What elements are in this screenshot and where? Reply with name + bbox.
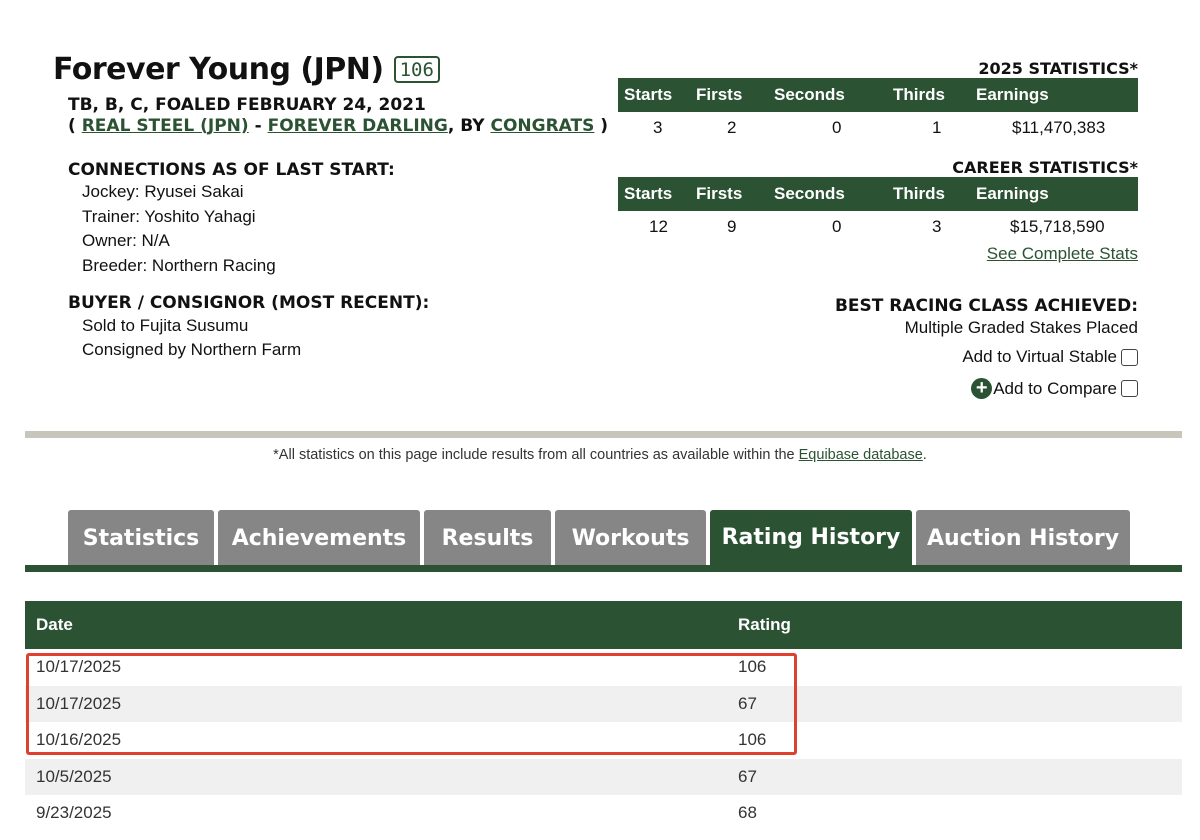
- stats-header-seconds: Seconds: [768, 177, 887, 211]
- stats-thirds: 1: [932, 118, 942, 137]
- stats-header-starts: Starts: [618, 78, 690, 112]
- paren-close: ): [594, 116, 609, 136]
- tab-rating-history[interactable]: Rating History: [710, 510, 912, 566]
- compare-row[interactable]: + Add to Compare: [971, 378, 1138, 399]
- tab-achievements[interactable]: Achievements: [218, 510, 420, 566]
- disclaimer-end: .: [922, 447, 927, 463]
- row-date: 10/16/2025: [36, 730, 122, 750]
- profile-tabs: Statistics Achievements Results Workouts…: [68, 510, 1134, 566]
- career-stats-table: Starts Firsts Seconds Thirds Earnings 12…: [618, 177, 1138, 243]
- virtual-stable-row[interactable]: Add to Virtual Stable: [962, 347, 1138, 367]
- consigned-line: Consigned by Northern Farm: [82, 340, 302, 359]
- row-date: 10/17/2025: [36, 657, 122, 677]
- equibase-database-link[interactable]: Equibase database: [799, 447, 923, 463]
- table-row: 10/16/2025 106: [25, 722, 1182, 759]
- stats-thirds: 3: [932, 217, 942, 236]
- disclaimer-text: *All statistics on this page include res…: [273, 447, 799, 463]
- stats-earnings: $15,718,590: [1010, 217, 1105, 236]
- stats-header-seconds: Seconds: [768, 78, 887, 112]
- tab-auction-history[interactable]: Auction History: [916, 510, 1130, 566]
- stats-row: 3 2 0 1 $11,470,383: [618, 112, 1138, 144]
- owner-line: Owner: N/A: [82, 231, 170, 250]
- stats-header-row: Starts Firsts Seconds Thirds Earnings: [618, 78, 1138, 112]
- horse-description: TB, B, C, FOALED FEBRUARY 24, 2021: [68, 95, 426, 115]
- dam-link[interactable]: FOREVER DARLING: [268, 116, 448, 136]
- pedigree-separator: -: [248, 116, 268, 136]
- stats-header-firsts: Firsts: [690, 177, 768, 211]
- stats-2025-title: 2025 STATISTICS*: [978, 59, 1138, 78]
- row-rating: 106: [738, 730, 767, 750]
- by-text: , BY: [447, 116, 491, 136]
- paren-open: (: [68, 116, 82, 136]
- stats-header-earnings: Earnings: [970, 177, 1138, 211]
- row-rating: 106: [738, 657, 767, 677]
- rating-history-table: Date Rating 10/17/2025 106 10/17/2025 67…: [25, 601, 1182, 832]
- best-class-value: Multiple Graded Stakes Placed: [904, 318, 1138, 337]
- horse-name: Forever Young (JPN): [53, 52, 384, 87]
- stats-2025-table: Starts Firsts Seconds Thirds Earnings 3 …: [618, 78, 1138, 144]
- virtual-stable-checkbox[interactable]: [1121, 348, 1138, 366]
- rating-column-header: Rating: [738, 601, 1182, 649]
- tab-workouts[interactable]: Workouts: [555, 510, 706, 566]
- virtual-stable-label: Add to Virtual Stable: [962, 347, 1117, 366]
- rating-badge: 106: [393, 56, 440, 83]
- table-row: 10/17/2025 106: [25, 649, 1182, 686]
- table-row: 9/23/2025 68: [25, 795, 1182, 832]
- stats-seconds: 0: [832, 118, 842, 137]
- stats-header-firsts: Firsts: [690, 78, 768, 112]
- see-complete-stats-link[interactable]: See Complete Stats: [987, 244, 1138, 264]
- row-rating: 67: [738, 758, 1182, 795]
- stats-starts: 3: [653, 118, 663, 137]
- row-date: 9/23/2025: [36, 803, 112, 823]
- jockey-line: Jockey: Ryusei Sakai: [82, 182, 244, 201]
- stats-header-thirds: Thirds: [887, 177, 970, 211]
- pedigree-line: ( REAL STEEL (JPN) - FOREVER DARLING, BY…: [68, 116, 608, 136]
- table-row: 10/5/2025 67: [25, 758, 1182, 795]
- rating-history-header-row: Date Rating: [25, 601, 1182, 649]
- stats-earnings: $11,470,383: [1012, 118, 1106, 137]
- tab-underline-bar: [25, 565, 1182, 572]
- horse-title-row: Forever Young (JPN) 106: [53, 52, 440, 87]
- stats-firsts: 2: [727, 118, 737, 137]
- compare-label: Add to Compare: [993, 378, 1117, 398]
- stats-firsts: 9: [727, 217, 737, 236]
- stats-seconds: 0: [832, 217, 842, 236]
- plus-icon[interactable]: +: [971, 378, 993, 399]
- stats-header-starts: Starts: [618, 177, 690, 211]
- connections-title: CONNECTIONS AS OF LAST START:: [68, 160, 395, 180]
- buyer-title: BUYER / CONSIGNOR (MOST RECENT):: [68, 293, 430, 313]
- compare-checkbox[interactable]: [1121, 380, 1138, 397]
- stats-row: 12 9 0 3 $15,718,590: [618, 211, 1138, 243]
- statistics-disclaimer: *All statistics on this page include res…: [0, 447, 1200, 463]
- stats-header-row: Starts Firsts Seconds Thirds Earnings: [618, 177, 1138, 211]
- sold-line: Sold to Fujita Susumu: [82, 316, 249, 335]
- row-date: 10/17/2025: [25, 685, 738, 722]
- damsire-link[interactable]: CONGRATS: [490, 116, 594, 136]
- tab-results[interactable]: Results: [424, 510, 551, 566]
- row-rating: 67: [738, 685, 1182, 722]
- sire-link[interactable]: REAL STEEL (JPN): [82, 116, 249, 136]
- row-rating: 68: [738, 803, 757, 823]
- career-stats-title: CAREER STATISTICS*: [952, 158, 1138, 177]
- breeder-line: Breeder: Northern Racing: [82, 256, 276, 275]
- best-class-title: BEST RACING CLASS ACHIEVED:: [834, 296, 1138, 316]
- table-row: 10/17/2025 67: [25, 685, 1182, 722]
- stats-header-thirds: Thirds: [887, 78, 970, 112]
- trainer-line: Trainer: Yoshito Yahagi: [82, 207, 256, 226]
- section-divider: [25, 431, 1182, 438]
- tab-statistics[interactable]: Statistics: [68, 510, 214, 566]
- stats-header-earnings: Earnings: [970, 78, 1138, 112]
- row-date: 10/5/2025: [25, 758, 738, 795]
- date-column-header: Date: [25, 601, 738, 649]
- stats-starts: 12: [649, 217, 668, 236]
